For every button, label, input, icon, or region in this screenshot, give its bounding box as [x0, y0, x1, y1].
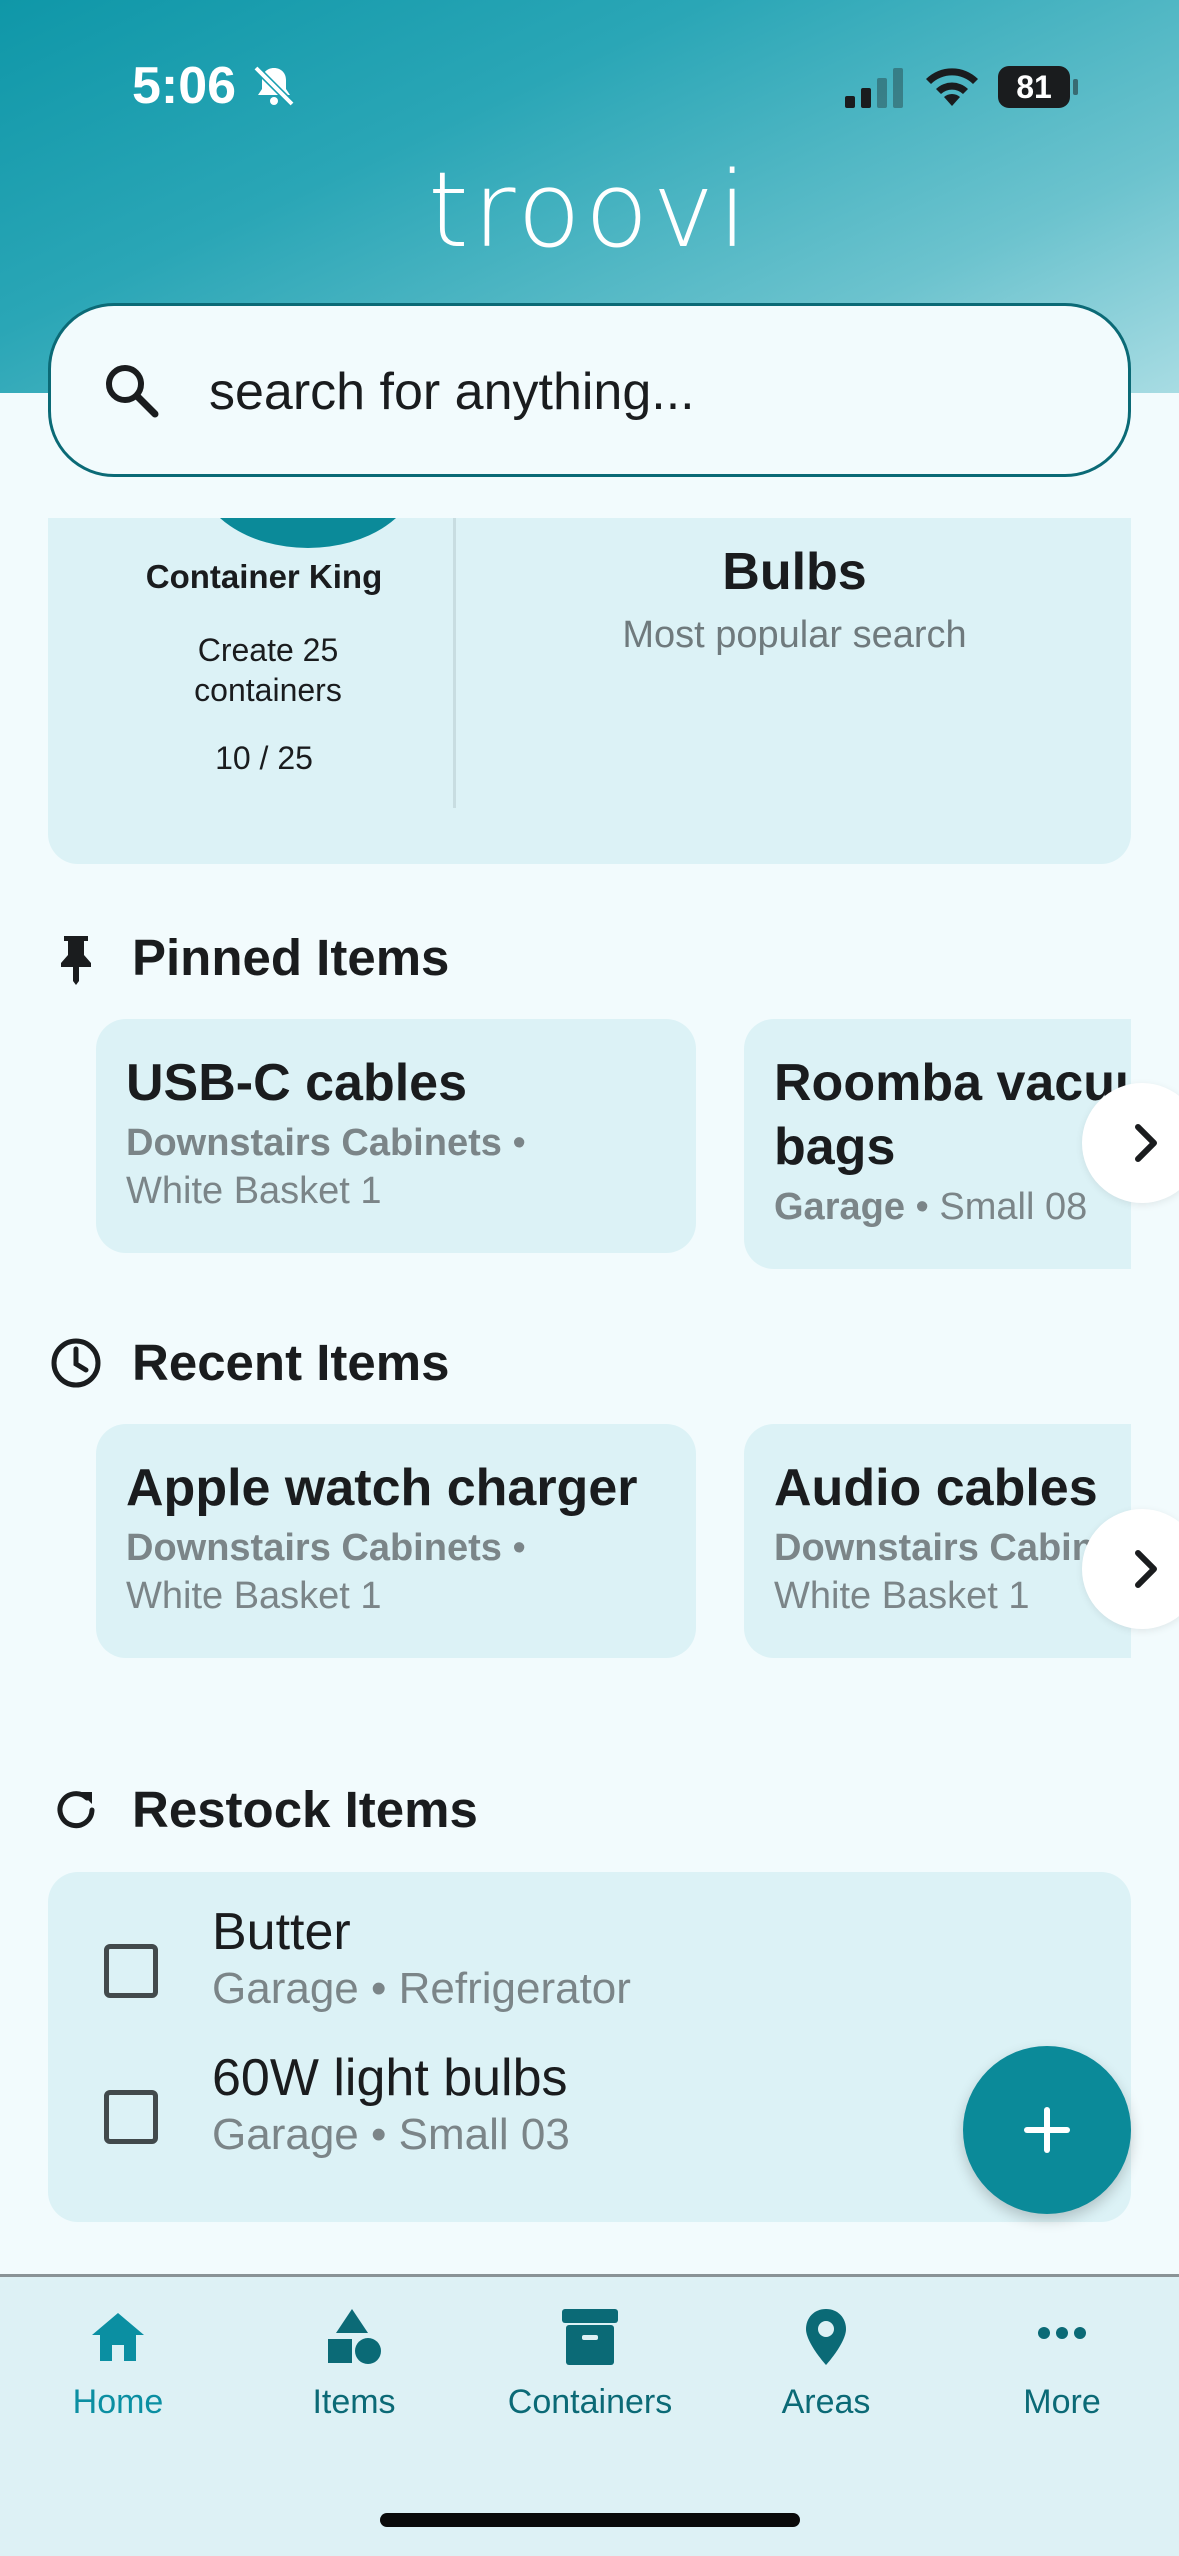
tab-label: Containers [507, 2383, 673, 2421]
tab-items[interactable]: Items [236, 2297, 472, 2437]
chevron-right-icon [1135, 1550, 1157, 1588]
separator-dot: • [915, 1186, 929, 1228]
item-name: Audio cables [774, 1459, 1098, 1517]
restock-item-location: Garage • Refrigerator [212, 1964, 631, 2013]
item-name: USB-C cables [126, 1054, 467, 1112]
item-area: Garage [774, 1186, 905, 1228]
wifi-icon [926, 68, 978, 106]
tab-label: Items [312, 2383, 396, 2421]
restock-item[interactable]: Butter Garage • Refrigerator [48, 1900, 1131, 2030]
divider [453, 518, 456, 808]
search-bar[interactable]: search for anything... [48, 303, 1131, 477]
item-name: Roomba vacuum [774, 1054, 1131, 1112]
home-icon [92, 2313, 144, 2361]
more-dots-icon [1038, 2327, 1086, 2339]
search-icon [106, 365, 159, 418]
separator-dot: • [512, 1122, 526, 1164]
refresh-icon [57, 1791, 95, 1829]
restock-checkbox[interactable] [104, 2090, 158, 2144]
badge-title: Container King [145, 558, 383, 595]
location-pin-icon [806, 2309, 846, 2365]
section-title: Pinned Items [132, 929, 450, 986]
separator-dot: • [512, 1527, 526, 1569]
popular-search-label: Most popular search [622, 614, 967, 656]
stats-card: Container King Create 25 containers 10 /… [48, 518, 1131, 864]
item-area: Downstairs Cabinets [126, 1527, 502, 1569]
add-button[interactable] [963, 2046, 1131, 2214]
recent-item-card[interactable]: Audio cables Downstairs Cabinets • White… [744, 1424, 1131, 1658]
recent-carousel[interactable]: Apple watch charger Downstairs Cabinets … [48, 1424, 1131, 1660]
chevron-right-icon [1135, 1124, 1157, 1162]
tab-home[interactable]: Home [0, 2297, 236, 2437]
tab-containers[interactable]: Containers [472, 2297, 708, 2437]
app-logo: troovi [428, 149, 751, 271]
pinned-carousel[interactable]: USB-C cables Downstairs Cabinets • White… [48, 1019, 1131, 1269]
tab-label: More [1023, 2383, 1101, 2421]
recent-item-card[interactable]: Apple watch charger Downstairs Cabinets … [96, 1424, 696, 1658]
home-indicator [380, 2513, 800, 2527]
search-input[interactable]: search for anything... [209, 360, 695, 424]
item-area: Downstairs Cabinets [126, 1122, 502, 1164]
status-bar: 5:06 81 [0, 0, 1179, 170]
pinned-item-card[interactable]: Roomba vacuum bags Garage • Small 08 [744, 1019, 1131, 1269]
restock-checkbox[interactable] [104, 1944, 158, 1998]
item-container: White Basket 1 [126, 1575, 382, 1617]
restock-item-location: Garage • Small 03 [212, 2110, 570, 2159]
plus-icon [1024, 2107, 1070, 2153]
item-container: White Basket 1 [126, 1170, 382, 1212]
item-container: White Basket 1 [774, 1575, 1030, 1617]
item-name: Apple watch charger [126, 1459, 638, 1517]
popular-search-term[interactable]: Bulbs [458, 542, 1131, 602]
tab-areas[interactable]: Areas [708, 2297, 944, 2437]
archive-box-icon [562, 2309, 618, 2365]
restock-item-name: Butter [212, 1903, 351, 1961]
tab-more[interactable]: More [944, 2297, 1179, 2437]
restock-item-name: 60W light bulbs [212, 2049, 568, 2107]
status-time: 5:06 [132, 57, 237, 115]
section-title: Recent Items [132, 1334, 450, 1391]
badge-description: Create 25 containers [194, 632, 342, 708]
pin-icon [61, 936, 91, 985]
restock-list: Butter Garage • Refrigerator 60W light b… [48, 1872, 1131, 2222]
section-title: Restock Items [132, 1781, 478, 1838]
tab-label: Areas [781, 2383, 871, 2421]
shapes-icon [328, 2309, 381, 2364]
cellular-signal-icon [845, 68, 903, 108]
item-name-line2: bags [774, 1118, 896, 1176]
bell-muted-icon [253, 65, 295, 107]
pinned-item-card[interactable]: USB-C cables Downstairs Cabinets • White… [96, 1019, 696, 1253]
badge-medal [198, 518, 418, 548]
item-container: Small 08 [939, 1186, 1088, 1228]
tab-label: Home [72, 2383, 164, 2421]
badge-progress: 10 / 25 [215, 740, 313, 776]
item-area: Downstairs Cabinets [774, 1527, 1131, 1569]
battery-level: 81 [1016, 69, 1052, 105]
clock-icon [51, 1338, 101, 1388]
